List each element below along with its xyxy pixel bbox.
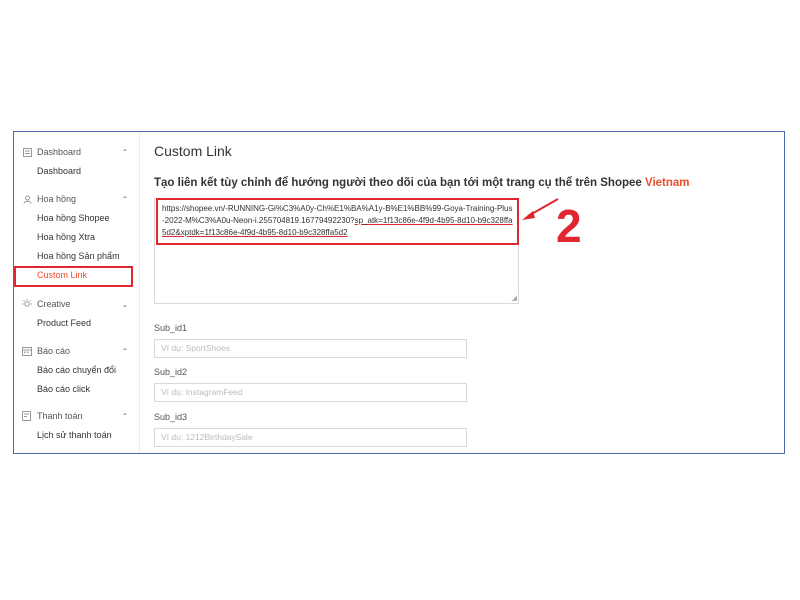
description-text: Tạo liên kết tùy chỉnh để hướng người th…	[154, 177, 642, 189]
sidebar-group-thanh-toan: Thanh toán ⌃ Lịch sử thanh toán	[14, 406, 139, 445]
chevron-up-icon[interactable]: ⌃	[119, 347, 131, 356]
sidebar-group-label: Báo cáo	[37, 346, 71, 356]
main-content: Custom Link Tạo liên kết tùy chỉnh để hư…	[139, 132, 784, 453]
sidebar-group-header-hoa-hong[interactable]: Hoa hồng ⌃	[14, 189, 139, 209]
sidebar-group-bao-cao: Báo cáo ⌃ Báo cáo chuyển đổi Báo cáo cli…	[14, 341, 139, 399]
sidebar-group-creative: Creative ⌄ Product Feed	[14, 294, 139, 333]
lightbulb-icon	[22, 299, 32, 309]
chevron-up-icon[interactable]: ⌃	[119, 412, 131, 421]
wallet-icon	[22, 411, 32, 421]
sidebar-group-label: Hoa hồng	[37, 194, 77, 204]
sub-id1-label: Sub_id1	[154, 323, 188, 333]
annotation-arrow-icon	[522, 198, 559, 220]
sidebar-group-header-creative[interactable]: Creative ⌄	[14, 294, 139, 314]
sidebar-item-bao-cao-click[interactable]: Báo cáo click	[14, 380, 139, 399]
sidebar-group-header-thanh-toan[interactable]: Thanh toán ⌃	[14, 406, 139, 426]
sidebar-group-label: Thanh toán	[37, 411, 83, 421]
sidebar-item-bao-cao-chuyen-doi[interactable]: Báo cáo chuyển đổi	[14, 361, 139, 380]
sub-id1-input[interactable]: Ví dụ: SportShoes	[154, 339, 467, 358]
sidebar-item-hoa-hong-san-pham[interactable]: Hoa hồng Sản phẩm	[14, 247, 139, 266]
sidebar-item-dashboard[interactable]: Dashboard	[14, 162, 139, 181]
sub-id3-label: Sub_id3	[154, 412, 188, 422]
sidebar-group-dashboard: Dashboard ⌃ Dashboard	[14, 142, 139, 181]
sidebar-group-header-bao-cao[interactable]: Báo cáo ⌃	[14, 341, 139, 361]
chevron-down-icon[interactable]: ⌄	[119, 300, 131, 309]
annotation-number: 2	[556, 200, 582, 252]
page-description: Tạo liên kết tùy chỉnh để hướng người th…	[154, 177, 690, 189]
custom-link-highlight-box	[14, 266, 133, 287]
sidebar-item-lich-su-thanh-toan[interactable]: Lịch sử thanh toán	[14, 426, 139, 445]
resize-handle-icon[interactable]: ◢	[512, 295, 517, 302]
sub-id2-input[interactable]: Ví dụ: InstagramFeed	[154, 383, 467, 402]
chevron-up-icon[interactable]: ⌃	[119, 148, 131, 157]
sub-id2-label: Sub_id2	[154, 367, 188, 377]
sidebar-item-hoa-hong-shopee[interactable]: Hoa hồng Shopee	[14, 209, 139, 228]
sidebar-group-header-dashboard[interactable]: Dashboard ⌃	[14, 142, 139, 162]
app-window: Dashboard ⌃ Dashboard Hoa hồng ⌃ Hoa hồn…	[13, 131, 785, 454]
sidebar-item-product-feed[interactable]: Product Feed	[14, 314, 139, 333]
sidebar-item-hoa-hong-xtra[interactable]: Hoa hồng Xtra	[14, 228, 139, 247]
sidebar-group-label: Creative	[37, 299, 71, 309]
calendar-icon	[22, 346, 32, 356]
dashboard-icon	[22, 147, 32, 157]
url-highlight-box: https://shopee.vn/-RUNNING-Gi%C3%A0y-Ch%…	[156, 198, 519, 245]
sidebar: Dashboard ⌃ Dashboard Hoa hồng ⌃ Hoa hồn…	[14, 132, 140, 453]
page-title: Custom Link	[154, 143, 232, 159]
sidebar-group-label: Dashboard	[37, 147, 82, 157]
user-icon	[22, 194, 32, 204]
description-highlight: Vietnam	[645, 177, 690, 189]
chevron-up-icon[interactable]: ⌃	[119, 195, 131, 204]
sub-id3-input[interactable]: Ví dụ: 1212BirthdaySale	[154, 428, 467, 447]
